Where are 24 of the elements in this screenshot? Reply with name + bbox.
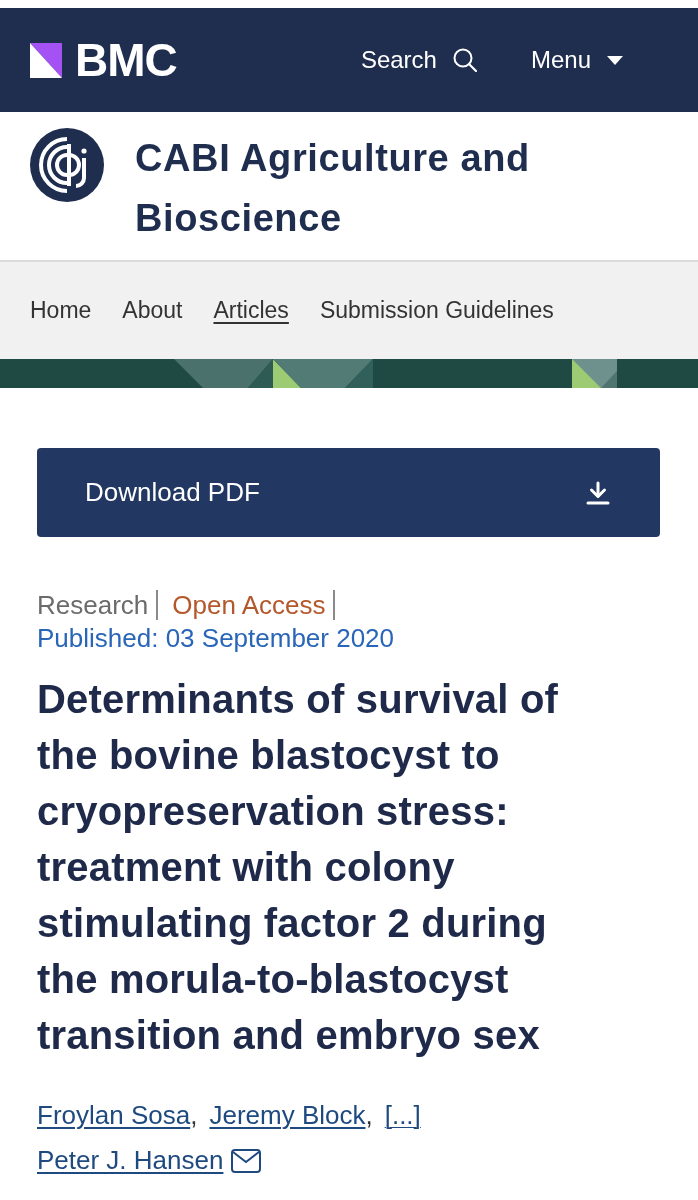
nav-link[interactable]: Articles — [213, 297, 289, 324]
journal-title: CABI Agriculture and Bioscience — [135, 136, 531, 241]
search-button[interactable]: Search — [360, 46, 477, 74]
nav-link[interactable]: About — [122, 297, 183, 324]
email-icon[interactable] — [231, 1148, 262, 1173]
nav-link[interactable]: Home — [30, 297, 92, 324]
article-type: Research — [37, 590, 159, 620]
author-link[interactable]: Peter J. Hansen — [37, 1138, 224, 1183]
search-icon — [452, 48, 477, 72]
open-access-label: Open Access — [172, 590, 336, 620]
author-link[interactable]: Froylan Sosa — [37, 1093, 191, 1138]
brand-logo-icon — [30, 42, 62, 78]
menu-button[interactable]: Menu — [530, 46, 623, 74]
caret-icon — [607, 55, 623, 65]
download-pdf-button[interactable]: Download PDF — [37, 448, 660, 537]
article-title: Determinants of survival of the bovine blastocyst to cryopreservation stress: treatment with colony stimulating factor 2 during the morula-to-blastocyst transition and embryo sex — [37, 676, 560, 1059]
nav-link[interactable]: Submission Guidelines — [319, 297, 554, 324]
brand-name[interactable]: BMC — [75, 37, 177, 83]
author-list: Froylan Sosa, Jeremy Block, [...] Peter J. Hansen — [37, 1093, 597, 1183]
show-all-authors-link[interactable]: [...] — [384, 1093, 421, 1138]
journal-logo-icon — [30, 128, 104, 202]
download-icon — [586, 480, 610, 505]
author-link[interactable]: Jeremy Block — [209, 1093, 366, 1138]
publication-date: Published: 03 September 2020 — [37, 622, 396, 655]
